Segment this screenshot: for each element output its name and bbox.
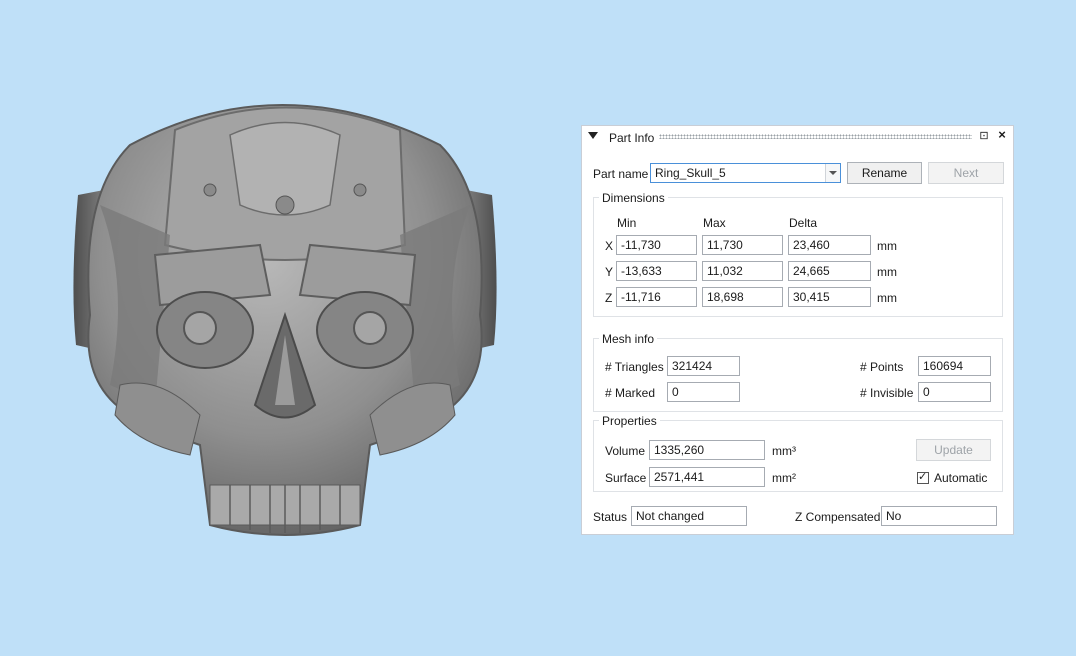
marked-label: # Marked [605, 386, 656, 400]
part-name-combo[interactable]: Ring_Skull_5 [650, 163, 841, 183]
update-button[interactable]: Update [916, 439, 991, 461]
x-min-field[interactable]: -11,730 [616, 235, 697, 255]
properties-title: Properties [599, 414, 660, 428]
part-name-value: Ring_Skull_5 [655, 166, 726, 180]
triangles-label: # Triangles [605, 360, 664, 374]
pin-icon[interactable]: ⊡ [978, 129, 990, 143]
y-delta-field[interactable]: 24,665 [788, 261, 871, 281]
z-delta-field[interactable]: 30,415 [788, 287, 871, 307]
part-name-label: Part name [593, 167, 649, 181]
points-field[interactable]: 160694 [918, 356, 991, 376]
collapse-arrow-icon[interactable] [588, 132, 598, 139]
drag-grip[interactable] [659, 134, 972, 139]
volume-field[interactable]: 1335,260 [649, 440, 765, 460]
skull-ring-model[interactable] [60, 85, 510, 555]
y-max-field[interactable]: 11,032 [702, 261, 783, 281]
panel-titlebar[interactable]: Part Info ⊡ × [582, 126, 1013, 148]
volume-label: Volume [605, 444, 646, 458]
axis-y-label: Y [605, 265, 614, 279]
z-compensated-field[interactable]: No [881, 506, 997, 526]
axis-x-label: X [605, 239, 614, 253]
z-compensated-label: Z Compensated [795, 510, 881, 524]
automatic-checkbox[interactable] [917, 470, 929, 484]
dim-header-max: Max [703, 216, 726, 230]
panel-title: Part Info [609, 131, 655, 145]
x-max-field[interactable]: 11,730 [702, 235, 783, 255]
x-unit: mm [877, 239, 897, 253]
dimensions-title: Dimensions [599, 191, 668, 205]
mesh-info-title: Mesh info [599, 332, 658, 346]
z-max-field[interactable]: 18,698 [702, 287, 783, 307]
dim-header-min: Min [617, 216, 637, 230]
surface-unit: mm² [772, 471, 796, 485]
marked-field[interactable]: 0 [667, 382, 740, 402]
invisible-label: # Invisible [860, 386, 914, 400]
automatic-label: Automatic [934, 471, 988, 485]
status-label: Status [593, 510, 628, 524]
axis-z-label: Z [605, 291, 613, 305]
close-icon[interactable]: × [996, 128, 1008, 142]
dim-header-delta: Delta [789, 216, 818, 230]
volume-unit: mm³ [772, 444, 796, 458]
invisible-field[interactable]: 0 [918, 382, 991, 402]
chevron-down-icon[interactable] [825, 164, 840, 182]
x-delta-field[interactable]: 23,460 [788, 235, 871, 255]
rename-button[interactable]: Rename [847, 162, 922, 184]
surface-field[interactable]: 2571,441 [649, 467, 765, 487]
triangles-field[interactable]: 321424 [667, 356, 740, 376]
z-min-field[interactable]: -11,716 [616, 287, 697, 307]
y-unit: mm [877, 265, 897, 279]
surface-label: Surface [605, 471, 647, 485]
part-info-panel: Part Info ⊡ × Part name Ring_Skull_5 Ren… [581, 125, 1014, 535]
y-min-field[interactable]: -13,633 [616, 261, 697, 281]
points-label: # Points [860, 360, 904, 374]
z-unit: mm [877, 291, 897, 305]
status-field[interactable]: Not changed [631, 506, 747, 526]
next-button[interactable]: Next [928, 162, 1004, 184]
